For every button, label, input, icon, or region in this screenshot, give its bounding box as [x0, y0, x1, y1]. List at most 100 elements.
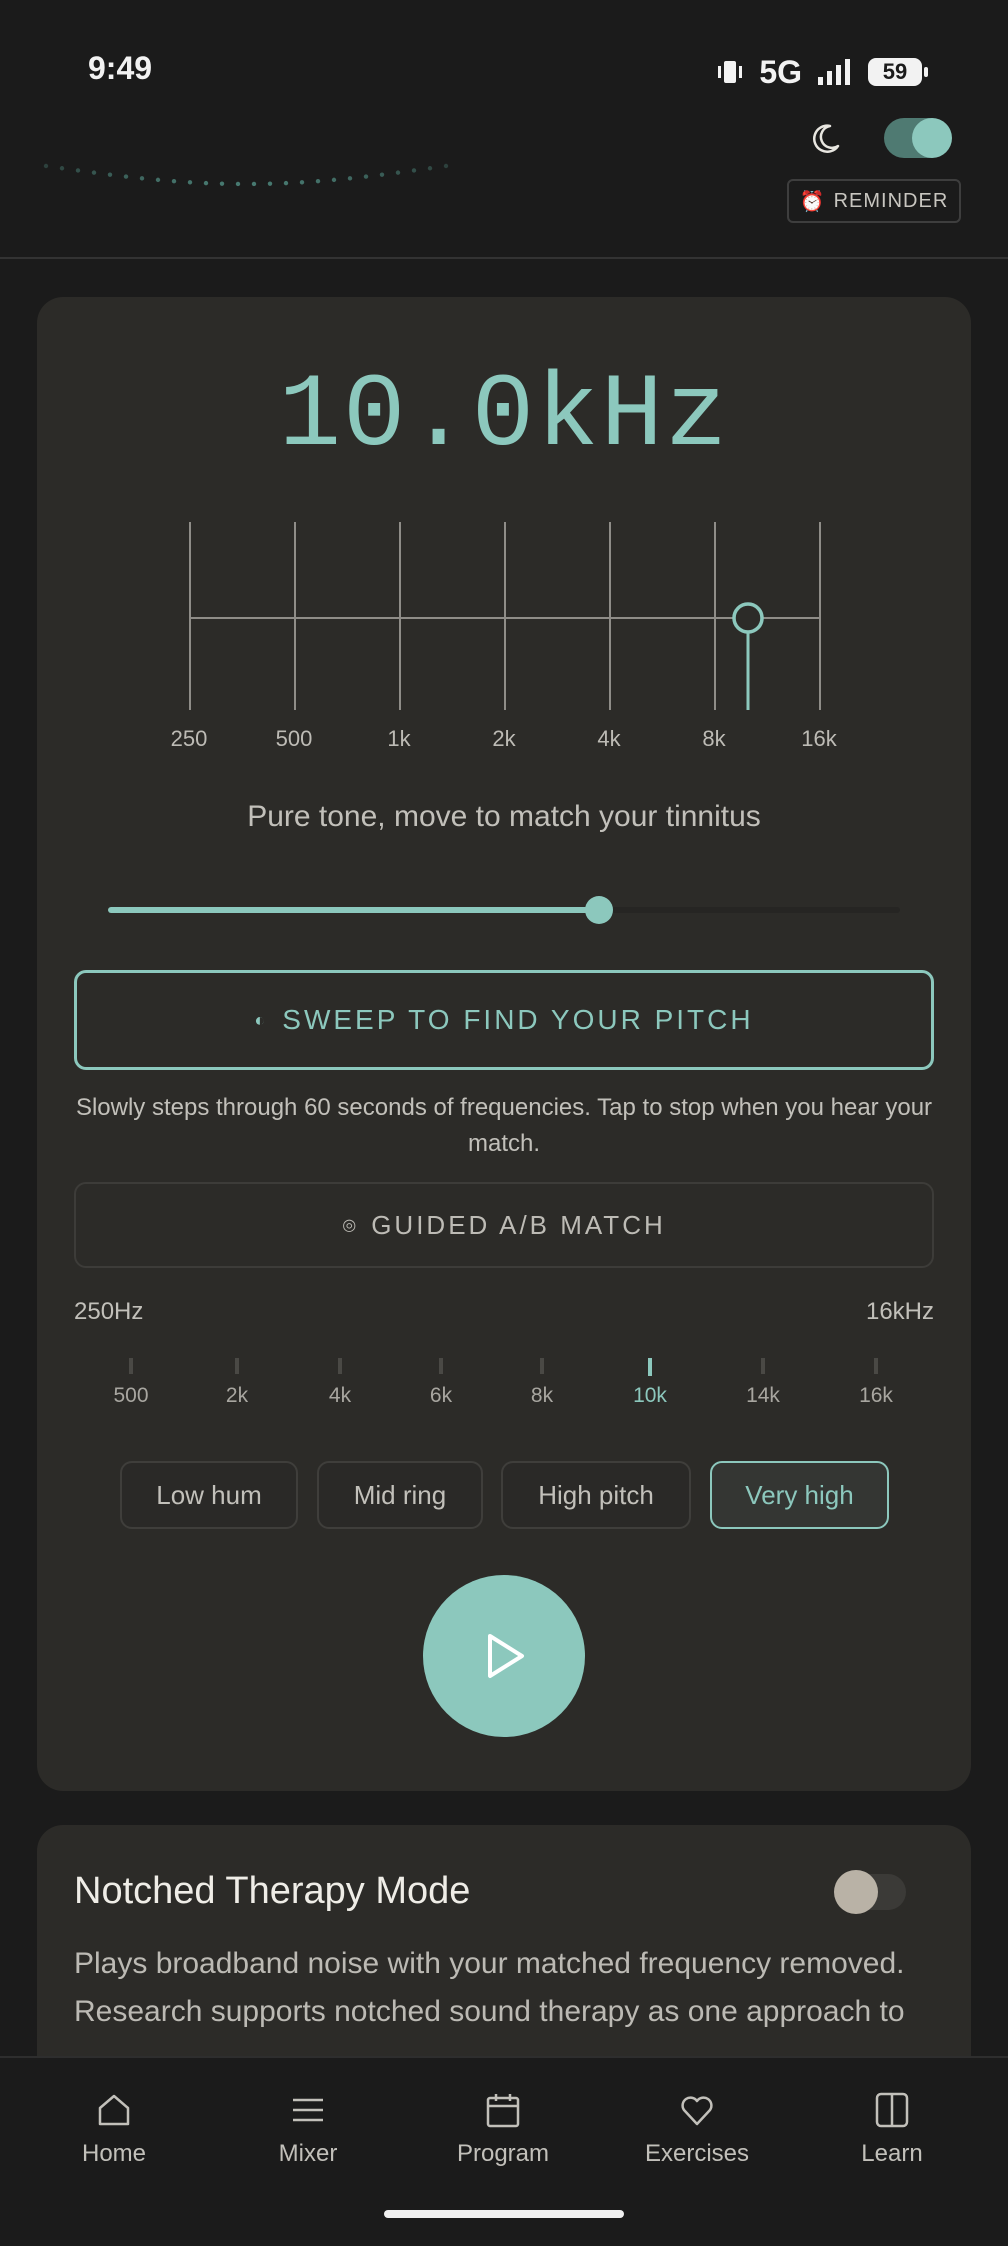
tick-label[interactable]: 2k — [226, 1384, 248, 1408]
battery-level: 59 — [882, 59, 908, 84]
tick-label[interactable]: 500 — [113, 1384, 148, 1408]
tick-mark — [129, 1358, 133, 1374]
range-max-label: 16kHz — [865, 1298, 934, 1325]
guided-button-label: GUIDED A/B MATCH — [371, 1209, 666, 1240]
tick-label[interactable]: 16k — [859, 1384, 893, 1408]
calendar-icon — [486, 2094, 520, 2128]
wave-dot — [59, 166, 65, 171]
tick-label[interactable]: 8k — [531, 1384, 553, 1408]
tick-label[interactable]: 14k — [746, 1384, 780, 1408]
signal-icon — [818, 59, 850, 85]
battery-icon: 59 — [868, 58, 928, 86]
wave-dot — [427, 166, 433, 171]
wave-dot — [267, 181, 273, 186]
wave-dot — [347, 176, 353, 181]
wave-dot — [443, 163, 449, 169]
tick-mark — [338, 1358, 342, 1374]
wave-dot — [251, 181, 257, 187]
wave-dot — [171, 178, 177, 184]
preset-high-pitch[interactable]: High pitch — [501, 1461, 691, 1529]
sweep-button-label: SWEEP TO FIND YOUR PITCH — [282, 1004, 754, 1035]
scale-label: 2k — [492, 726, 516, 751]
heart-icon — [681, 2096, 713, 2126]
sweep-button[interactable]: ◐ SWEEP TO FIND YOUR PITCH — [74, 970, 934, 1070]
nav-label: Home — [81, 2140, 147, 2167]
guided-ab-match-button[interactable]: ◎ GUIDED A/B MATCH — [74, 1182, 934, 1268]
nav-item-exercises[interactable]: Exercises — [607, 2090, 787, 2168]
sweep-description: Slowly steps through 60 seconds of frequ… — [75, 1094, 933, 1157]
frequency-slider-fill — [108, 907, 599, 913]
wave-dot — [91, 170, 97, 175]
notched-therapy-title: Notched Therapy Mode — [74, 1870, 471, 1912]
wave-dot — [331, 177, 337, 183]
wave-dot — [123, 174, 129, 179]
home-icon — [98, 2094, 130, 2126]
network-type: 5G — [759, 53, 802, 90]
tick-mark — [540, 1358, 544, 1374]
wave-dot — [187, 180, 193, 185]
nav-label: Mixer — [278, 2140, 338, 2167]
status-time: 9:49 — [88, 50, 153, 86]
nav-label: Program — [456, 2140, 550, 2167]
scale-label: 16k — [801, 726, 837, 751]
preset-low-hum[interactable]: Low hum — [120, 1461, 298, 1529]
toggle-knob — [912, 118, 952, 158]
scale-label: 500 — [275, 726, 313, 751]
frequency-scale[interactable] — [180, 518, 830, 718]
nav-item-learn[interactable]: Learn — [802, 2090, 982, 2168]
wave-dot — [75, 168, 81, 173]
nav-item-mixer[interactable]: Mixer — [218, 2090, 398, 2168]
vibrate-icon — [718, 61, 743, 83]
menu-icon — [293, 2098, 323, 2122]
wave-dot — [299, 180, 305, 185]
wave-dot — [107, 172, 113, 177]
reminder-button[interactable]: ⏰ REMINDER — [787, 179, 961, 223]
frequency-display: 10.0kHz — [278, 358, 730, 476]
notched-therapy-description: Plays broadband noise with your matched … — [74, 1947, 905, 2028]
status-icons: 5G 59 — [715, 52, 928, 92]
scale-label: 8k — [702, 726, 726, 751]
wave-decoration — [43, 163, 449, 187]
wave-dot — [43, 163, 49, 169]
wave-dot — [379, 172, 385, 177]
tick-mark — [439, 1358, 443, 1374]
notched-therapy-toggle[interactable] — [834, 1870, 906, 1914]
scale-label: 4k — [597, 726, 621, 751]
tick-mark — [874, 1358, 878, 1374]
tick-mark — [235, 1358, 239, 1374]
nav-item-program[interactable]: Program — [413, 2090, 593, 2168]
wave-dot — [203, 180, 209, 186]
wave-dot — [155, 177, 161, 183]
tick-label[interactable]: 6k — [430, 1384, 452, 1408]
moon-icon[interactable] — [808, 120, 844, 156]
dark-mode-toggle[interactable] — [884, 118, 952, 158]
preset-very-high[interactable]: Very high — [710, 1461, 889, 1529]
tick-label-active[interactable]: 10k — [633, 1384, 667, 1408]
tick-label[interactable]: 4k — [329, 1384, 351, 1408]
wave-dot — [395, 170, 401, 175]
alarm-clock-icon: ⏰ — [799, 190, 826, 213]
wave-dot — [219, 181, 225, 186]
preset-mid-ring[interactable]: Mid ring — [317, 1461, 483, 1529]
half-circle-icon: ◐ — [254, 1009, 269, 1030]
wave-dot — [139, 176, 145, 181]
toggle-knob — [834, 1870, 878, 1914]
wave-dot — [411, 168, 417, 173]
wave-dot — [363, 174, 369, 179]
frequency-slider-thumb[interactable] — [585, 896, 613, 924]
nav-label: Learn — [861, 2140, 923, 2167]
scale-label: 250 — [170, 726, 208, 751]
scale-label: 1k — [387, 726, 411, 751]
home-indicator[interactable] — [384, 2210, 624, 2218]
range-min-label: 250Hz — [74, 1298, 144, 1325]
frequency-marker-handle — [732, 602, 764, 634]
header-divider — [0, 257, 1008, 259]
reminder-label: REMINDER — [833, 189, 949, 212]
matcher-subtitle: Pure tone, move to match your tinnitus — [247, 800, 761, 833]
nav-item-home[interactable]: Home — [24, 2090, 204, 2168]
play-icon — [488, 1634, 524, 1678]
wave-dot — [283, 180, 289, 186]
book-icon — [875, 2092, 909, 2128]
play-button[interactable] — [423, 1575, 585, 1737]
nav-label: Exercises — [644, 2140, 750, 2167]
